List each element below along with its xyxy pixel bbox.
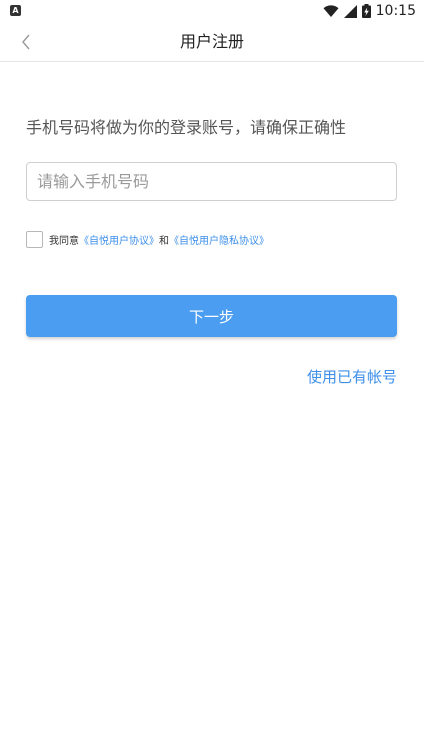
cellular-signal-icon (343, 4, 357, 18)
agreement-row: 我同意 《自悦用户协议》 和 《自悦用户隐私协议》 (26, 230, 269, 248)
app-notification-icon: A (10, 5, 21, 16)
status-icons: 10:15 (323, 2, 416, 20)
phone-number-input[interactable] (26, 162, 397, 201)
battery-charging-icon (361, 4, 371, 18)
next-step-button[interactable]: 下一步 (26, 295, 397, 337)
use-existing-account-link[interactable]: 使用已有帐号 (307, 366, 397, 387)
status-bar: A 10:15 (0, 0, 424, 22)
privacy-agreement-link[interactable]: 《自悦用户隐私协议》 (169, 232, 269, 247)
register-screen: A 10:15 用户注册 手机号码将做为你的登录账号，请确保正确性 请输入手机号… (0, 0, 424, 752)
agree-and-text: 和 (159, 235, 169, 247)
user-agreement-link[interactable]: 《自悦用户协议》 (79, 232, 159, 247)
phone-hint-text: 手机号码将做为你的登录账号，请确保正确性 (26, 118, 347, 137)
wifi-icon (323, 4, 339, 17)
status-time: 10:15 (375, 3, 416, 19)
agree-checkbox[interactable] (26, 230, 43, 248)
agree-prefix-text: 我同意 (49, 235, 79, 247)
nav-bar: 用户注册 (0, 22, 424, 62)
page-title: 用户注册 (179, 32, 244, 51)
